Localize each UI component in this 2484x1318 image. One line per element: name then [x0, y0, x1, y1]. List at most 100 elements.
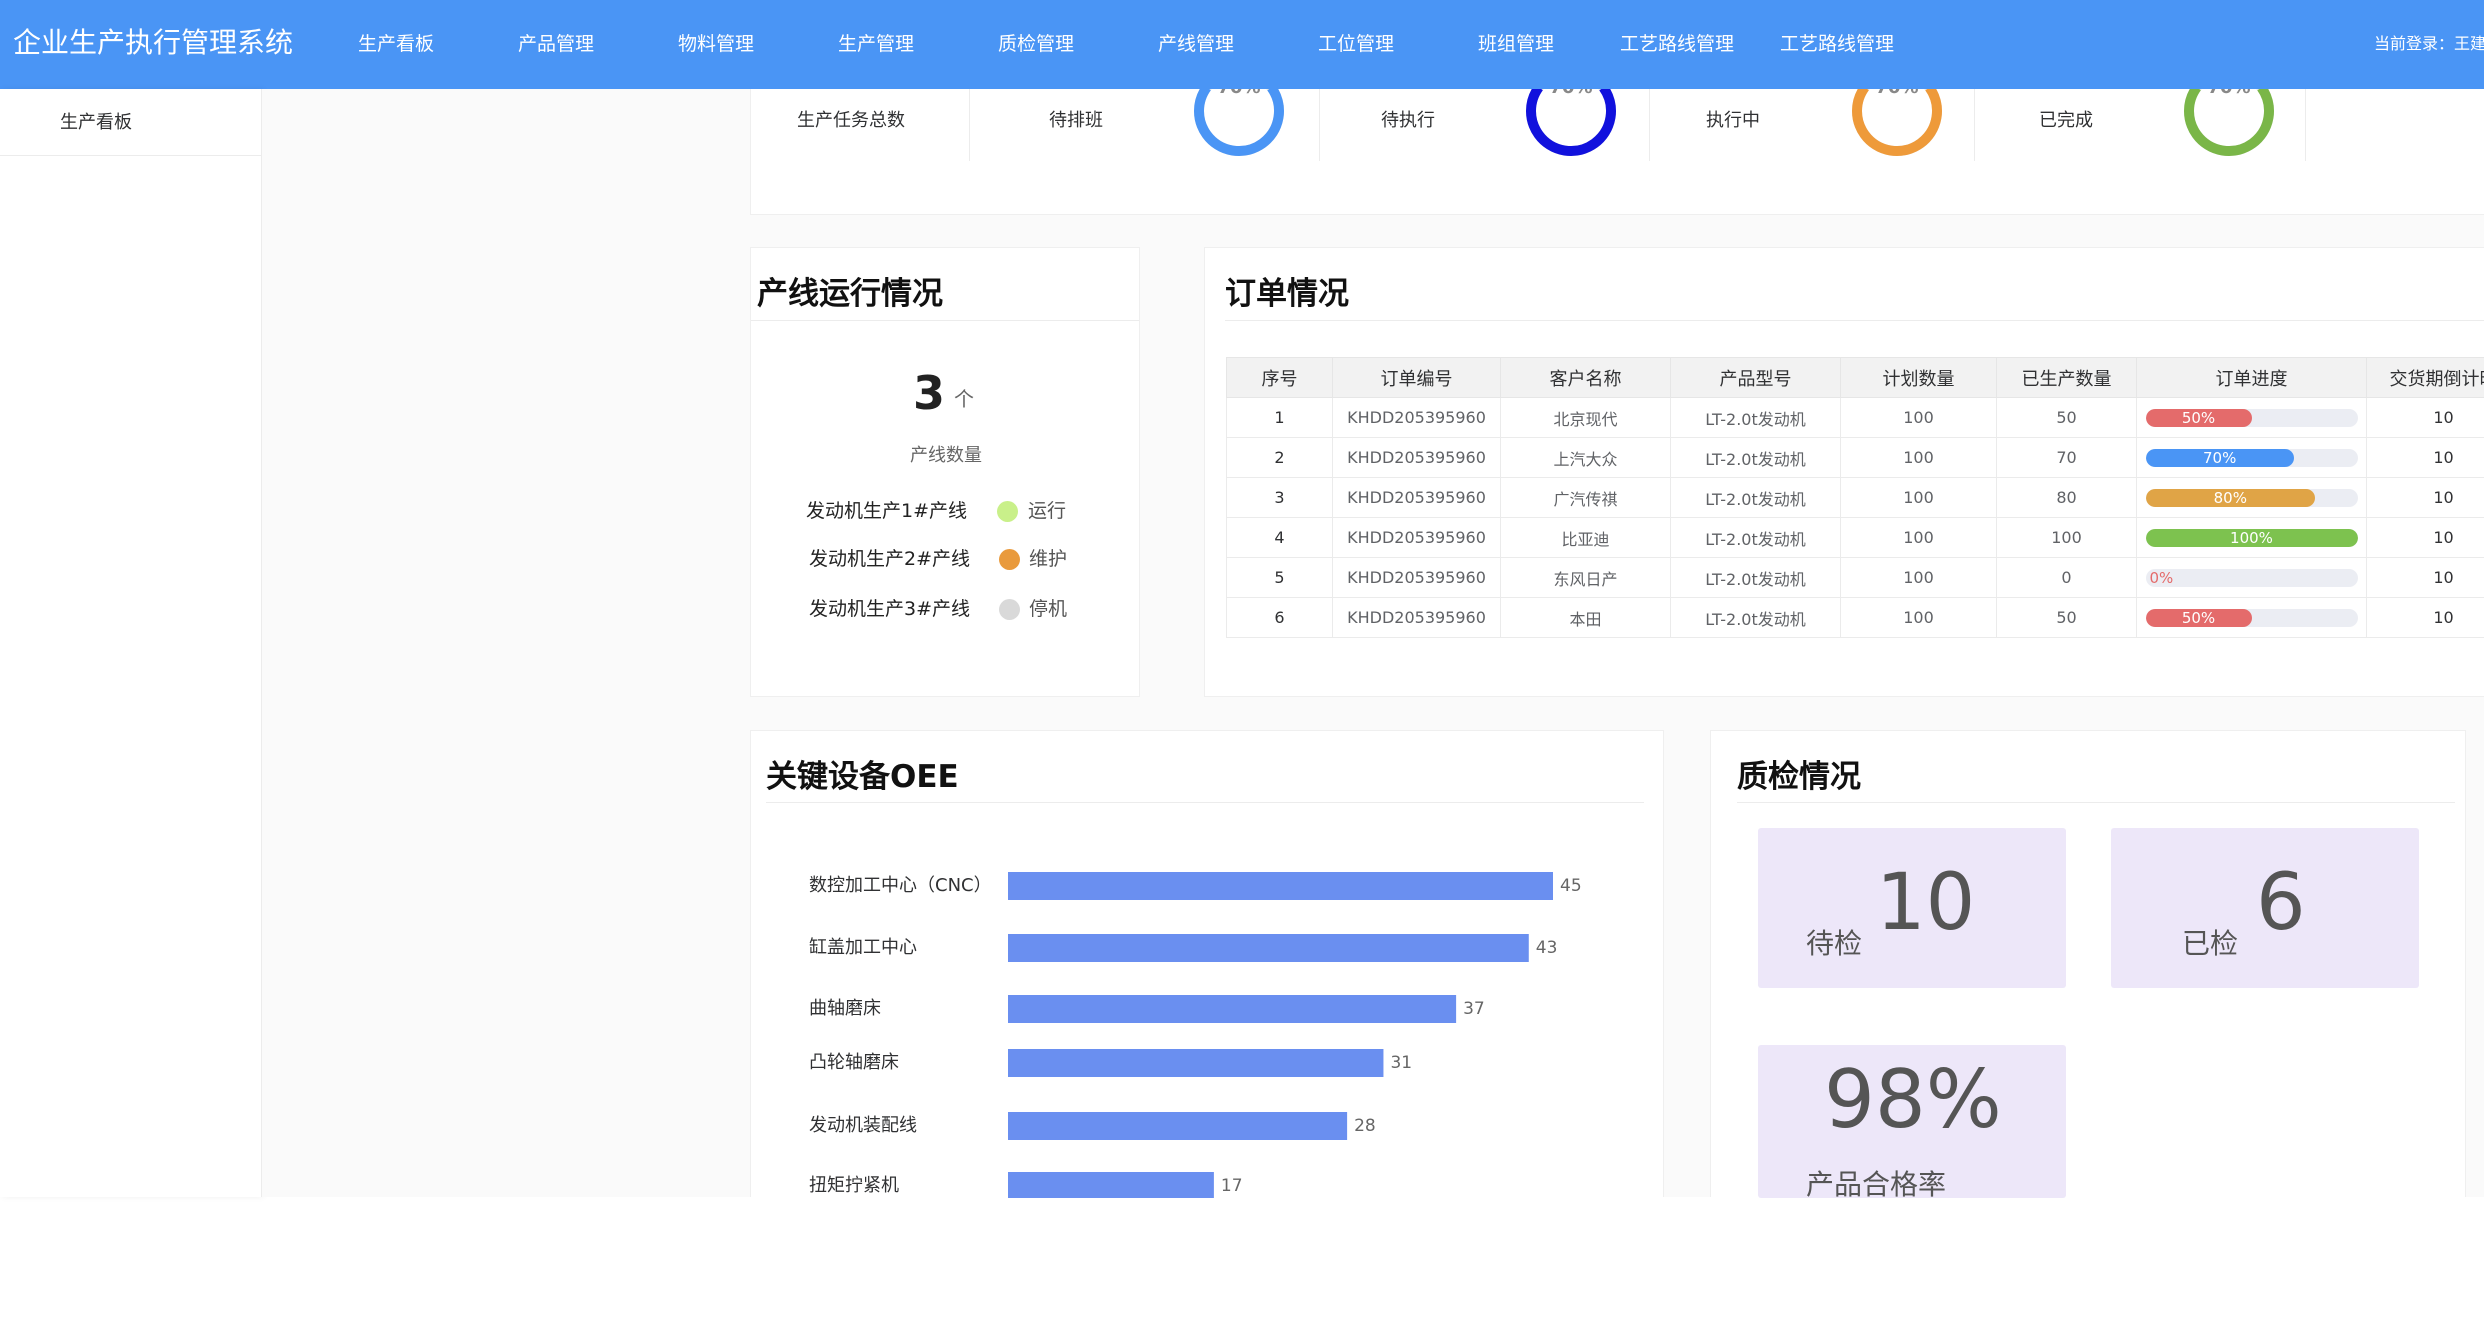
nav-item-route[interactable]: 工艺路线管理 [1620, 29, 1734, 59]
oee-bar-chart: 数控加工中心（CNC） 45 缸盖加工中心 43 曲轴磨床 37 凸轮轴磨床 31 发动机装配线… [809, 872, 1582, 1198]
cell-done: 80 [1996, 477, 2137, 518]
divider [751, 320, 1139, 321]
category-label: 缸盖加工中心 [809, 936, 917, 958]
order-table: 序号 订单编号 客户名称 产品型号 计划数量 已生产数量 订单进度 交货期倒计时… [1226, 357, 2484, 638]
cell-countdown: 10 [2366, 397, 2484, 438]
table-row[interactable]: 5 KHDD205395960 东风日产 LT-2.0t发动机 100 0 0% 10 [1226, 557, 2484, 598]
nav-item-product[interactable]: 产品管理 [518, 29, 594, 59]
category-label: 数控加工中心（CNC） [809, 875, 992, 896]
cell-plan: 100 [1840, 437, 1997, 478]
bar[interactable] [1008, 995, 1457, 1023]
bar[interactable] [1008, 1112, 1348, 1140]
cell-code: KHDD205395960 [1332, 597, 1501, 638]
table-header-row: 序号 订单编号 客户名称 产品型号 计划数量 已生产数量 订单进度 交货期倒计时 [1226, 357, 2484, 398]
current-user[interactable]: 当前登录：王建 [2374, 29, 2484, 59]
main-area: 生产任务总数 待排班 70% 待执行 70% 执行中 70% 已完成 70% 产… [262, 89, 2484, 1198]
cell-no: 2 [1226, 437, 1333, 478]
table-row[interactable]: 1 KHDD205395960 北京现代 LT-2.0t发动机 100 50 50% 10 [1226, 397, 2484, 438]
progress-text: 100% [2230, 528, 2273, 547]
nav-item-dashboard[interactable]: 生产看板 [358, 29, 434, 59]
nav-item-team[interactable]: 班组管理 [1478, 29, 1554, 59]
cell-no: 5 [1226, 557, 1333, 598]
sidebar-item-dashboard[interactable]: 生产看板 [0, 89, 261, 156]
bar-value-label: 43 [1536, 938, 1558, 958]
progress-text: 50% [2181, 408, 2216, 427]
cell-no: 1 [1226, 397, 1333, 438]
progress-bar: 100% [2145, 528, 2358, 547]
progress-bar: 70% [2145, 448, 2358, 467]
cell-customer: 本田 [1500, 597, 1671, 638]
cell-countdown: 10 [2366, 437, 2484, 478]
top-bar: 企业生产执行管理系统 生产看板 产品管理 物料管理 生产管理 质检管理 产线管理… [0, 0, 2484, 89]
table-row[interactable]: 4 KHDD205395960 比亚迪 LT-2.0t发动机 100 100 100% 10 [1226, 517, 2484, 558]
pass-rate-value: 98% [1824, 1053, 2002, 1146]
status-dot [999, 549, 1020, 570]
cell-countdown: 10 [2366, 517, 2484, 558]
cell-progress: 100% [2136, 517, 2367, 558]
cell-code: KHDD205395960 [1332, 557, 1501, 598]
pending-label: 待检 [1806, 927, 1863, 960]
col-header: 客户名称 [1500, 357, 1671, 398]
cell-customer: 北京现代 [1500, 397, 1671, 438]
cell-progress: 50% [2136, 597, 2367, 638]
cell-model: LT-2.0t发动机 [1670, 517, 1841, 558]
line-status-title: 产线运行情况 [757, 276, 943, 312]
cell-countdown: 10 [2366, 557, 2484, 598]
cell-progress: 50% [2136, 397, 2367, 438]
bar[interactable] [1008, 872, 1553, 900]
cell-countdown: 10 [2366, 597, 2484, 638]
table-row[interactable]: 2 KHDD205395960 上汽大众 LT-2.0t发动机 100 70 70% 10 [1226, 437, 2484, 478]
bar-value-label: 28 [1354, 1116, 1376, 1136]
stat-total-label: 生产任务总数 [797, 110, 905, 131]
nav-item-route-2[interactable]: 工艺路线管理 [1780, 29, 1894, 59]
cell-model: LT-2.0t发动机 [1670, 437, 1841, 478]
cell-code: KHDD205395960 [1332, 437, 1501, 478]
line-count: 3 [913, 366, 946, 420]
table-row[interactable]: 3 KHDD205395960 广汽传祺 LT-2.0t发动机 100 80 80% 10 [1226, 477, 2484, 518]
cell-model: LT-2.0t发动机 [1670, 557, 1841, 598]
nav-item-material[interactable]: 物料管理 [678, 29, 754, 59]
cell-customer: 比亚迪 [1500, 517, 1671, 558]
table-row[interactable]: 6 KHDD205395960 本田 LT-2.0t发动机 100 50 50% 10 [1226, 597, 2484, 638]
col-header: 交货期倒计时 [2366, 357, 2484, 398]
quality-card: 质检情况 待检 10 已检 6 98% 产品合格率 [1710, 730, 2466, 1198]
cell-countdown: 10 [2366, 477, 2484, 518]
cell-done: 100 [1996, 517, 2137, 558]
bar[interactable] [1008, 1049, 1384, 1077]
line-row: 发动机生产3#产线 停机 [751, 594, 1141, 624]
cell-done: 0 [1996, 557, 2137, 598]
stat-executing-label: 执行中 [1706, 110, 1760, 131]
oee-card: 关键设备OEE 数控加工中心（CNC） 45 缸盖加工中心 43 曲轴磨床 37 凸轮轴磨床… [750, 730, 1664, 1198]
order-title: 订单情况 [1225, 276, 1349, 312]
cell-plan: 100 [1840, 397, 1997, 438]
bar[interactable] [1008, 934, 1529, 962]
pass-rate-label: 产品合格率 [1806, 1168, 1947, 1198]
inspected-tile: 已检 6 [2111, 828, 2419, 988]
cell-no: 6 [1226, 597, 1333, 638]
line-status: 运行 [1028, 500, 1067, 522]
stat-divider [1649, 89, 1650, 161]
category-label: 发动机装配线 [809, 1115, 917, 1136]
category-label: 扭矩拧紧机 [809, 1175, 899, 1196]
cell-plan: 100 [1840, 597, 1997, 638]
nav-item-quality[interactable]: 质检管理 [998, 29, 1074, 59]
progress-bar: 50% [2145, 408, 2358, 427]
sidebar: 生产看板 [0, 89, 262, 1197]
nav-item-production[interactable]: 生产管理 [838, 29, 914, 59]
col-header: 订单进度 [2136, 357, 2367, 398]
inspected-label: 已检 [2182, 927, 2239, 960]
bar[interactable] [1008, 1172, 1214, 1198]
category-label: 凸轮轴磨床 [809, 1052, 899, 1073]
stat-divider [969, 89, 970, 161]
nav-item-station[interactable]: 工位管理 [1318, 29, 1394, 59]
quality-title: 质检情况 [1737, 759, 1861, 795]
line-name: 发动机生产3#产线 [809, 598, 971, 620]
nav-item-line[interactable]: 产线管理 [1158, 29, 1234, 59]
cell-done: 50 [1996, 597, 2137, 638]
divider [1737, 802, 2455, 803]
bar-value-label: 31 [1390, 1053, 1412, 1073]
status-dot [997, 501, 1018, 522]
col-header: 序号 [1226, 357, 1333, 398]
cell-progress: 0% [2136, 557, 2367, 598]
pass-rate-tile: 98% 产品合格率 [1758, 1045, 2066, 1198]
